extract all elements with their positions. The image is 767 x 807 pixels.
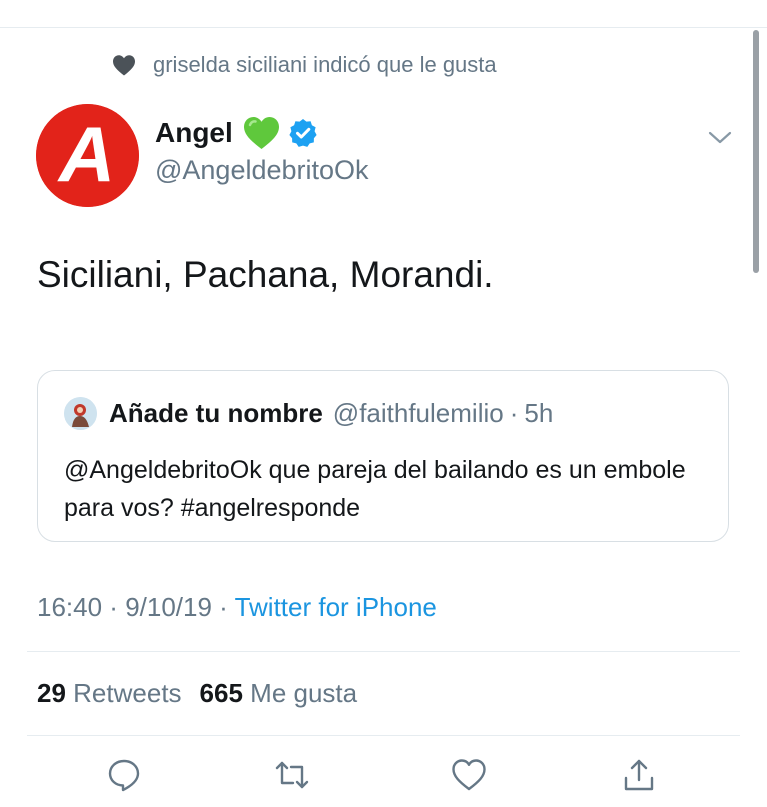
quoted-tweet-card[interactable]: Añade tu nombre @faithfulemilio · 5h @An…	[37, 370, 729, 542]
heart-outline-icon	[452, 759, 486, 791]
social-context: griselda siciliani indicó que le gusta	[112, 52, 497, 78]
likes-count: 665	[199, 678, 243, 708]
green-heart-icon	[243, 117, 279, 149]
retweets-label: Retweets	[73, 678, 182, 708]
likes-stat[interactable]: 665 Me gusta	[200, 678, 358, 708]
tweet-stats: 29 Retweets 665 Me gusta	[37, 678, 357, 709]
author-name[interactable]: Angel	[155, 117, 233, 149]
social-context-text: griselda siciliani indicó que le gusta	[153, 52, 497, 77]
divider	[27, 651, 740, 652]
quoted-avatar-image	[64, 397, 97, 430]
tweet-time: 16:40	[37, 592, 103, 622]
avatar-logo: A	[36, 104, 139, 207]
chevron-down-icon[interactable]	[708, 130, 732, 146]
verified-badge-icon	[289, 119, 317, 147]
quoted-author-avatar[interactable]	[64, 397, 97, 430]
quoted-tweet-header: Añade tu nombre @faithfulemilio · 5h	[64, 397, 553, 430]
tweet-detail-screen: griselda siciliani indicó que le gusta A…	[0, 0, 767, 807]
tweet-source-link[interactable]: Twitter for iPhone	[235, 592, 437, 622]
like-button[interactable]	[451, 757, 487, 793]
quoted-time: 5h	[524, 398, 554, 428]
author-name-row[interactable]: Angel	[155, 116, 318, 150]
avatar-letter: A	[57, 110, 115, 198]
share-button[interactable]	[621, 757, 657, 793]
meta-separator: ·	[102, 592, 126, 622]
tweet-meta: 16:40 · 9/10/19 · Twitter for iPhone	[37, 592, 437, 623]
author-avatar[interactable]: A	[36, 104, 139, 207]
reply-icon	[108, 759, 140, 792]
top-divider	[0, 27, 767, 28]
tweet-text: Siciliani, Pachana, Morandi.	[37, 254, 494, 295]
quoted-separator: ·	[509, 398, 519, 428]
heart-icon	[113, 55, 135, 76]
retweet-button[interactable]	[274, 757, 310, 793]
quoted-tweet-text: @AngeldebritoOk que pareja del bailando …	[64, 456, 686, 522]
retweet-icon	[275, 761, 309, 789]
scrollbar[interactable]	[753, 30, 759, 273]
reply-button[interactable]	[106, 757, 142, 793]
meta-separator: ·	[211, 592, 235, 622]
retweets-count: 29	[37, 678, 66, 708]
quoted-author-handle[interactable]: @faithfulemilio	[333, 398, 504, 429]
divider	[27, 735, 740, 736]
quoted-author-name[interactable]: Añade tu nombre	[109, 398, 323, 429]
retweets-stat[interactable]: 29 Retweets	[37, 678, 182, 708]
tweet-date: 9/10/19	[125, 592, 212, 622]
share-icon	[624, 759, 654, 791]
author-handle[interactable]: @AngeldebritoOk	[155, 155, 369, 186]
likes-label: Me gusta	[250, 678, 358, 708]
